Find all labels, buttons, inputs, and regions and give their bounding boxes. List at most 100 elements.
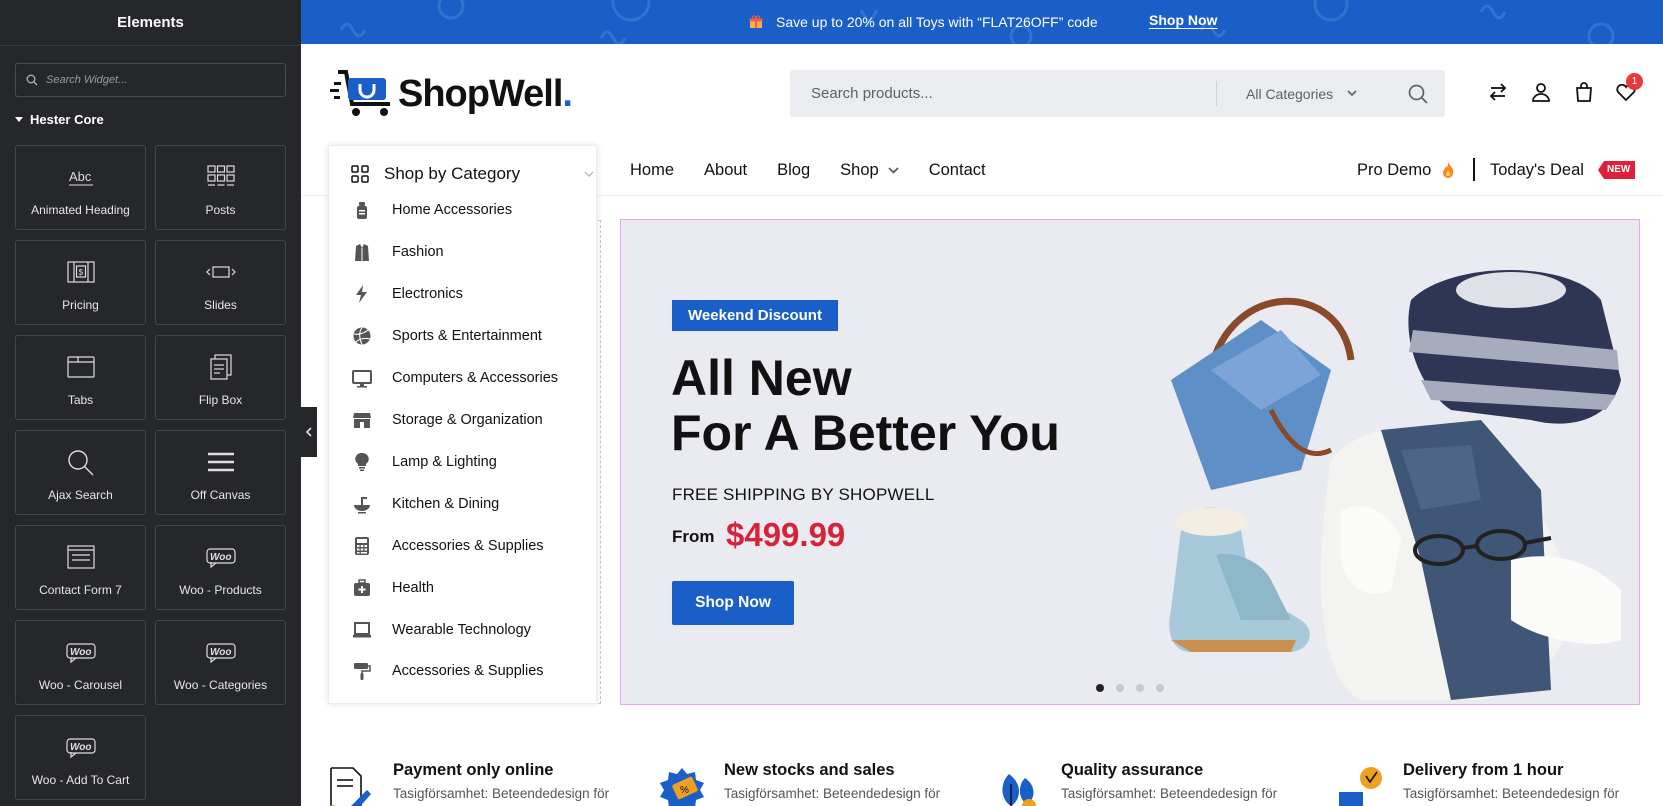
payment-document-icon bbox=[330, 767, 371, 806]
widget-woo-add-to-cart[interactable]: Woo Woo - Add To Cart bbox=[15, 715, 146, 800]
category-toggle-hester-core[interactable]: Hester Core bbox=[15, 112, 104, 127]
woo-icon: Woo bbox=[205, 643, 236, 664]
promo-shop-now-link[interactable]: Shop Now bbox=[1149, 12, 1217, 28]
nav-home[interactable]: Home bbox=[630, 161, 674, 180]
category-item-sports[interactable]: Sports & Entertainment bbox=[351, 325, 542, 347]
compare-button[interactable] bbox=[1486, 80, 1510, 104]
gift-icon bbox=[749, 15, 763, 28]
slider-dot-1[interactable] bbox=[1096, 684, 1104, 692]
widget-contact-form-7[interactable]: Contact Form 7 bbox=[15, 525, 146, 610]
feature-desc: Tasigförsamhet: Beteendedesign för bbox=[1403, 786, 1620, 801]
feature-desc: Tasigförsamhet: Beteendedesign för bbox=[724, 786, 941, 801]
woo-icon: Woo bbox=[65, 738, 96, 759]
compare-icon bbox=[1489, 83, 1507, 101]
slider-dots bbox=[1096, 684, 1176, 692]
nav-shop[interactable]: Shop bbox=[840, 161, 899, 180]
search-icon bbox=[26, 74, 38, 86]
chevron-down-icon bbox=[1347, 90, 1357, 97]
form-icon bbox=[66, 545, 95, 569]
hero-product-image bbox=[1169, 270, 1621, 700]
hero-shop-now-button[interactable]: Shop Now bbox=[672, 581, 794, 625]
widget-woo-categories[interactable]: Woo Woo - Categories bbox=[155, 620, 286, 705]
search-icon bbox=[67, 450, 93, 476]
new-badge: NEW bbox=[1598, 161, 1636, 179]
home-accessories-icon bbox=[357, 202, 367, 219]
widget-slides[interactable]: Slides bbox=[155, 240, 286, 325]
fashion-icon bbox=[355, 244, 369, 261]
category-item-computers[interactable]: Computers & Accessories bbox=[351, 367, 558, 389]
category-item-fashion[interactable]: Fashion bbox=[351, 241, 444, 263]
widget-pricing[interactable]: $ Pricing bbox=[15, 240, 146, 325]
paint-roller-icon bbox=[354, 663, 371, 680]
site-logo[interactable]: ShopWell. bbox=[328, 66, 573, 122]
chevron-down-icon bbox=[888, 166, 899, 174]
search-icon[interactable] bbox=[1407, 83, 1429, 105]
category-item-storage[interactable]: Storage & Organization bbox=[351, 409, 543, 431]
hero-from-label: From bbox=[672, 527, 715, 546]
main-nav: Home About Blog Shop Contact bbox=[630, 158, 1016, 182]
delivery-clock-icon bbox=[1339, 767, 1382, 806]
category-item-accessories-supplies[interactable]: Accessories & Supplies bbox=[351, 535, 544, 557]
widget-off-canvas[interactable]: Off Canvas bbox=[155, 430, 286, 515]
feature-title: Payment only online bbox=[393, 761, 554, 779]
nav-contact[interactable]: Contact bbox=[929, 161, 986, 180]
feature-title: New stocks and sales bbox=[724, 761, 895, 779]
health-icon bbox=[354, 579, 370, 596]
account-button[interactable] bbox=[1529, 80, 1553, 104]
category-item-accessories-supplies-2[interactable]: Accessories & Supplies bbox=[351, 660, 544, 682]
category-item-electronics[interactable]: Electronics bbox=[351, 283, 463, 305]
discount-badge-icon: % bbox=[660, 768, 704, 806]
hamburger-icon bbox=[207, 452, 234, 472]
category-item-health[interactable]: Health bbox=[351, 577, 434, 599]
nav-blog[interactable]: Blog bbox=[777, 161, 810, 180]
feature-quality: Quality assurance Tasigförsamhet: Beteen… bbox=[995, 758, 1295, 806]
flame-icon bbox=[1443, 162, 1454, 178]
logo-cart-icon bbox=[330, 70, 390, 116]
pricing-icon: $ bbox=[66, 261, 95, 283]
bag-icon bbox=[1576, 82, 1592, 102]
widget-search-input[interactable] bbox=[46, 74, 266, 86]
category-label: Hester Core bbox=[30, 112, 104, 127]
woo-icon: Woo bbox=[205, 548, 236, 569]
widget-posts[interactable]: Posts bbox=[155, 145, 286, 230]
svg-text:Woo: Woo bbox=[210, 552, 231, 563]
nav-about[interactable]: About bbox=[704, 161, 747, 180]
widget-flip-box[interactable]: Flip Box bbox=[155, 335, 286, 420]
logo-text: ShopWell. bbox=[398, 72, 573, 115]
category-item-lamp[interactable]: Lamp & Lighting bbox=[351, 451, 497, 473]
hero-title: All New For A Better You bbox=[671, 350, 1060, 461]
user-icon bbox=[1532, 83, 1550, 102]
widget-search-field[interactable] bbox=[15, 63, 286, 97]
feature-desc: Tasigförsamhet: Beteendedesign för bbox=[1061, 786, 1278, 801]
slider-dot-2[interactable] bbox=[1116, 684, 1124, 692]
todays-deal-link[interactable]: Today's Deal bbox=[1490, 158, 1584, 182]
category-item-home-accessories[interactable]: Home Accessories bbox=[351, 199, 512, 221]
feature-title: Quality assurance bbox=[1061, 761, 1204, 779]
promo-message: Save up to 20% on all Toys with “FLAT26O… bbox=[749, 0, 1098, 44]
cart-button[interactable] bbox=[1572, 80, 1596, 104]
woo-icon: Woo bbox=[65, 643, 96, 664]
store-icon bbox=[353, 413, 371, 428]
volleyball-icon bbox=[353, 327, 371, 345]
slider-dot-4[interactable] bbox=[1156, 684, 1164, 692]
calculator-icon bbox=[355, 537, 369, 555]
widget-woo-products[interactable]: Woo Woo - Products bbox=[155, 525, 286, 610]
slider-dot-3[interactable] bbox=[1136, 684, 1144, 692]
widget-woo-carousel[interactable]: Woo Woo - Carousel bbox=[15, 620, 146, 705]
widget-animated-heading[interactable]: Abc Animated Heading bbox=[15, 145, 146, 230]
wishlist-count-badge: 1 bbox=[1626, 73, 1643, 90]
product-search-input[interactable] bbox=[811, 70, 1181, 117]
panel-collapse-button[interactable] bbox=[301, 407, 317, 457]
category-menu-toggle[interactable]: Shop by Category bbox=[351, 162, 594, 186]
bulb-icon bbox=[355, 452, 369, 471]
search-divider bbox=[1216, 81, 1217, 106]
widget-ajax-search[interactable]: Ajax Search bbox=[15, 430, 146, 515]
category-select[interactable]: All Categories bbox=[1246, 70, 1357, 117]
svg-text:$: $ bbox=[78, 268, 83, 277]
widget-tabs[interactable]: Tabs bbox=[15, 335, 146, 420]
svg-text:%: % bbox=[680, 785, 689, 796]
category-item-kitchen[interactable]: Kitchen & Dining bbox=[351, 493, 499, 515]
category-item-wearable[interactable]: Wearable Technology bbox=[351, 619, 531, 641]
pro-demo-link[interactable]: Pro Demo bbox=[1357, 158, 1456, 182]
feature-delivery: Delivery from 1 hour Tasigförsamhet: Bet… bbox=[1337, 758, 1637, 806]
